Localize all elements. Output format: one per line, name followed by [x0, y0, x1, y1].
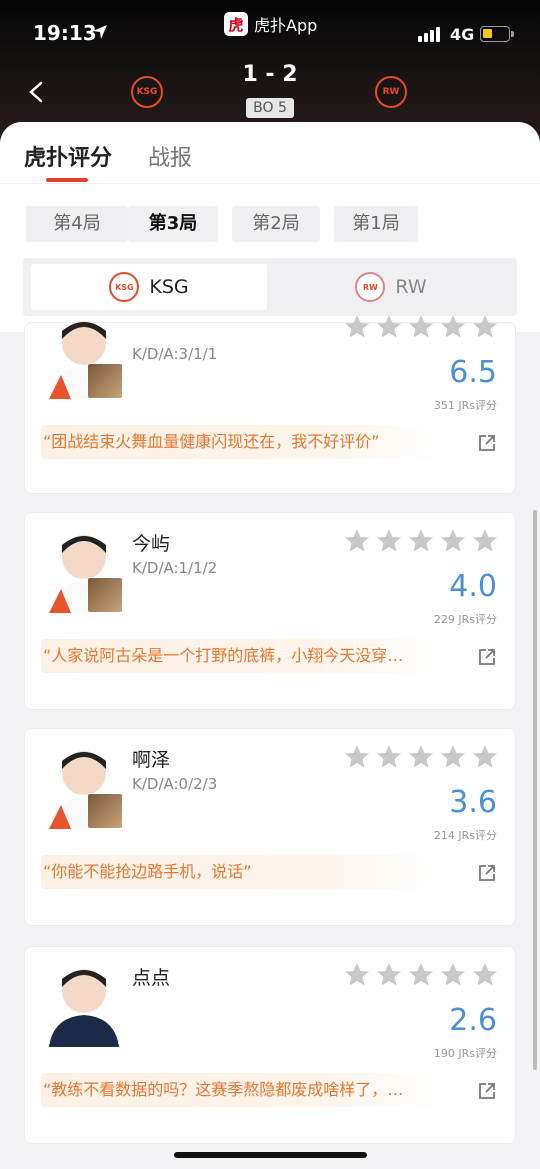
content-sheet: 虎扑评分 战报 第4局 第3局 第2局 第1局 KSG KSG RW RW K/… — [0, 122, 540, 1169]
app-badge[interactable]: 虎 虎扑App — [224, 12, 317, 36]
rating-count: 214 JRs评分 — [433, 829, 497, 842]
star-icon[interactable] — [375, 743, 403, 771]
rating-count: 351 JRs评分 — [433, 399, 497, 412]
star-icon[interactable] — [471, 961, 499, 989]
star-icon[interactable] — [471, 313, 499, 341]
round-1-button[interactable]: 第1局 — [334, 206, 418, 242]
player-avatar — [49, 969, 119, 1047]
star-icon[interactable] — [407, 961, 435, 989]
team-b-logo[interactable]: RW — [375, 76, 407, 108]
round-4-button[interactable]: 第4局 — [26, 206, 128, 242]
hero-thumbnail — [87, 577, 123, 613]
star-icon[interactable] — [407, 527, 435, 555]
battery-icon — [480, 26, 510, 42]
share-icon[interactable] — [477, 433, 497, 453]
player-name: 啊泽 — [132, 749, 171, 771]
star-icon[interactable] — [375, 527, 403, 555]
rating-count: 190 JRs评分 — [433, 1047, 497, 1060]
star-icon[interactable] — [439, 313, 467, 341]
player-kda: K/D/A:1/1/2 — [132, 559, 218, 577]
tab-bar: 虎扑评分 战报 — [0, 122, 540, 184]
star-icon[interactable] — [343, 961, 371, 989]
player-rating: 2.6 — [449, 1003, 497, 1038]
filter-area: 第4局 第3局 第2局 第1局 KSG KSG RW RW — [0, 184, 540, 332]
home-indicator[interactable] — [174, 1152, 367, 1158]
star-icon[interactable] — [407, 743, 435, 771]
top-comment[interactable]: “人家说阿古朵是一个打野的底裤，小翔今天没穿… — [41, 639, 445, 673]
rw-logo-icon: RW — [355, 272, 386, 302]
player-card[interactable]: 啊泽 K/D/A:0/2/3 3.6 214 JRs评分 “你能不能抢边路手机，… — [24, 728, 516, 926]
player-rating: 3.6 — [449, 785, 497, 820]
network-type: 4G — [450, 25, 475, 44]
player-kda: K/D/A:0/2/3 — [132, 775, 218, 793]
tab-hupu-rating[interactable]: 虎扑评分 — [24, 140, 112, 172]
tab-battle-report[interactable]: 战报 — [148, 140, 192, 172]
rating-stars[interactable] — [343, 527, 499, 555]
share-icon[interactable] — [477, 647, 497, 667]
player-card[interactable]: K/D/A:3/1/1 6.5 351 JRs评分 “团战结束火舞血量健康闪现还… — [24, 315, 516, 494]
player-card[interactable]: 今屿 K/D/A:1/1/2 4.0 229 JRs评分 “人家说阿古朵是一个打… — [24, 512, 516, 710]
hero-thumbnail — [87, 363, 123, 399]
round-3-button[interactable]: 第3局 — [128, 206, 218, 242]
app-logo-icon: 虎 — [224, 12, 248, 36]
top-comment[interactable]: “你能不能抢边路手机，说话” — [41, 855, 445, 889]
ksg-logo-icon: KSG — [109, 272, 140, 302]
round-2-button[interactable]: 第2局 — [232, 206, 320, 242]
tab-underline — [46, 178, 88, 182]
location-arrow-icon — [93, 25, 107, 39]
star-icon[interactable] — [343, 743, 371, 771]
rating-stars[interactable] — [343, 313, 499, 341]
star-icon[interactable] — [439, 961, 467, 989]
star-icon[interactable] — [407, 313, 435, 341]
rating-stars[interactable] — [343, 961, 499, 989]
star-icon[interactable] — [375, 961, 403, 989]
player-rating: 6.5 — [449, 355, 497, 390]
status-time: 19:13 — [33, 21, 97, 45]
team-switch: KSG KSG RW RW — [23, 258, 517, 316]
star-icon[interactable] — [471, 527, 499, 555]
player-rating: 4.0 — [449, 569, 497, 604]
star-icon[interactable] — [439, 527, 467, 555]
star-icon[interactable] — [439, 743, 467, 771]
star-icon[interactable] — [471, 743, 499, 771]
player-name: 今屿 — [132, 533, 171, 555]
scrollbar[interactable] — [533, 510, 537, 1070]
match-score: 1 - 2 — [242, 62, 298, 87]
star-icon[interactable] — [375, 313, 403, 341]
rating-count: 229 JRs评分 — [433, 613, 497, 626]
player-kda: K/D/A:3/1/1 — [132, 345, 218, 363]
share-icon[interactable] — [477, 1081, 497, 1101]
top-comment[interactable]: “团战结束火舞血量健康闪现还在，我不好评价” — [41, 425, 445, 459]
share-icon[interactable] — [477, 863, 497, 883]
player-card[interactable]: 点点 2.6 190 JRs评分 “教练不看数据的吗？这赛季熬隐都废成啥样了，… — [24, 946, 516, 1144]
team-option-rw[interactable]: RW RW — [273, 264, 509, 310]
team-option-ksg[interactable]: KSG KSG — [31, 264, 267, 310]
star-icon[interactable] — [343, 527, 371, 555]
hero-thumbnail — [87, 793, 123, 829]
app-name: 虎扑App — [254, 16, 318, 35]
match-format-badge: BO 5 — [246, 98, 294, 118]
cellular-signal-icon — [418, 27, 440, 42]
player-name: 点点 — [132, 967, 171, 989]
top-comment[interactable]: “教练不看数据的吗？这赛季熬隐都废成啥样了，… — [41, 1073, 445, 1107]
star-icon[interactable] — [343, 313, 371, 341]
rating-stars[interactable] — [343, 743, 499, 771]
